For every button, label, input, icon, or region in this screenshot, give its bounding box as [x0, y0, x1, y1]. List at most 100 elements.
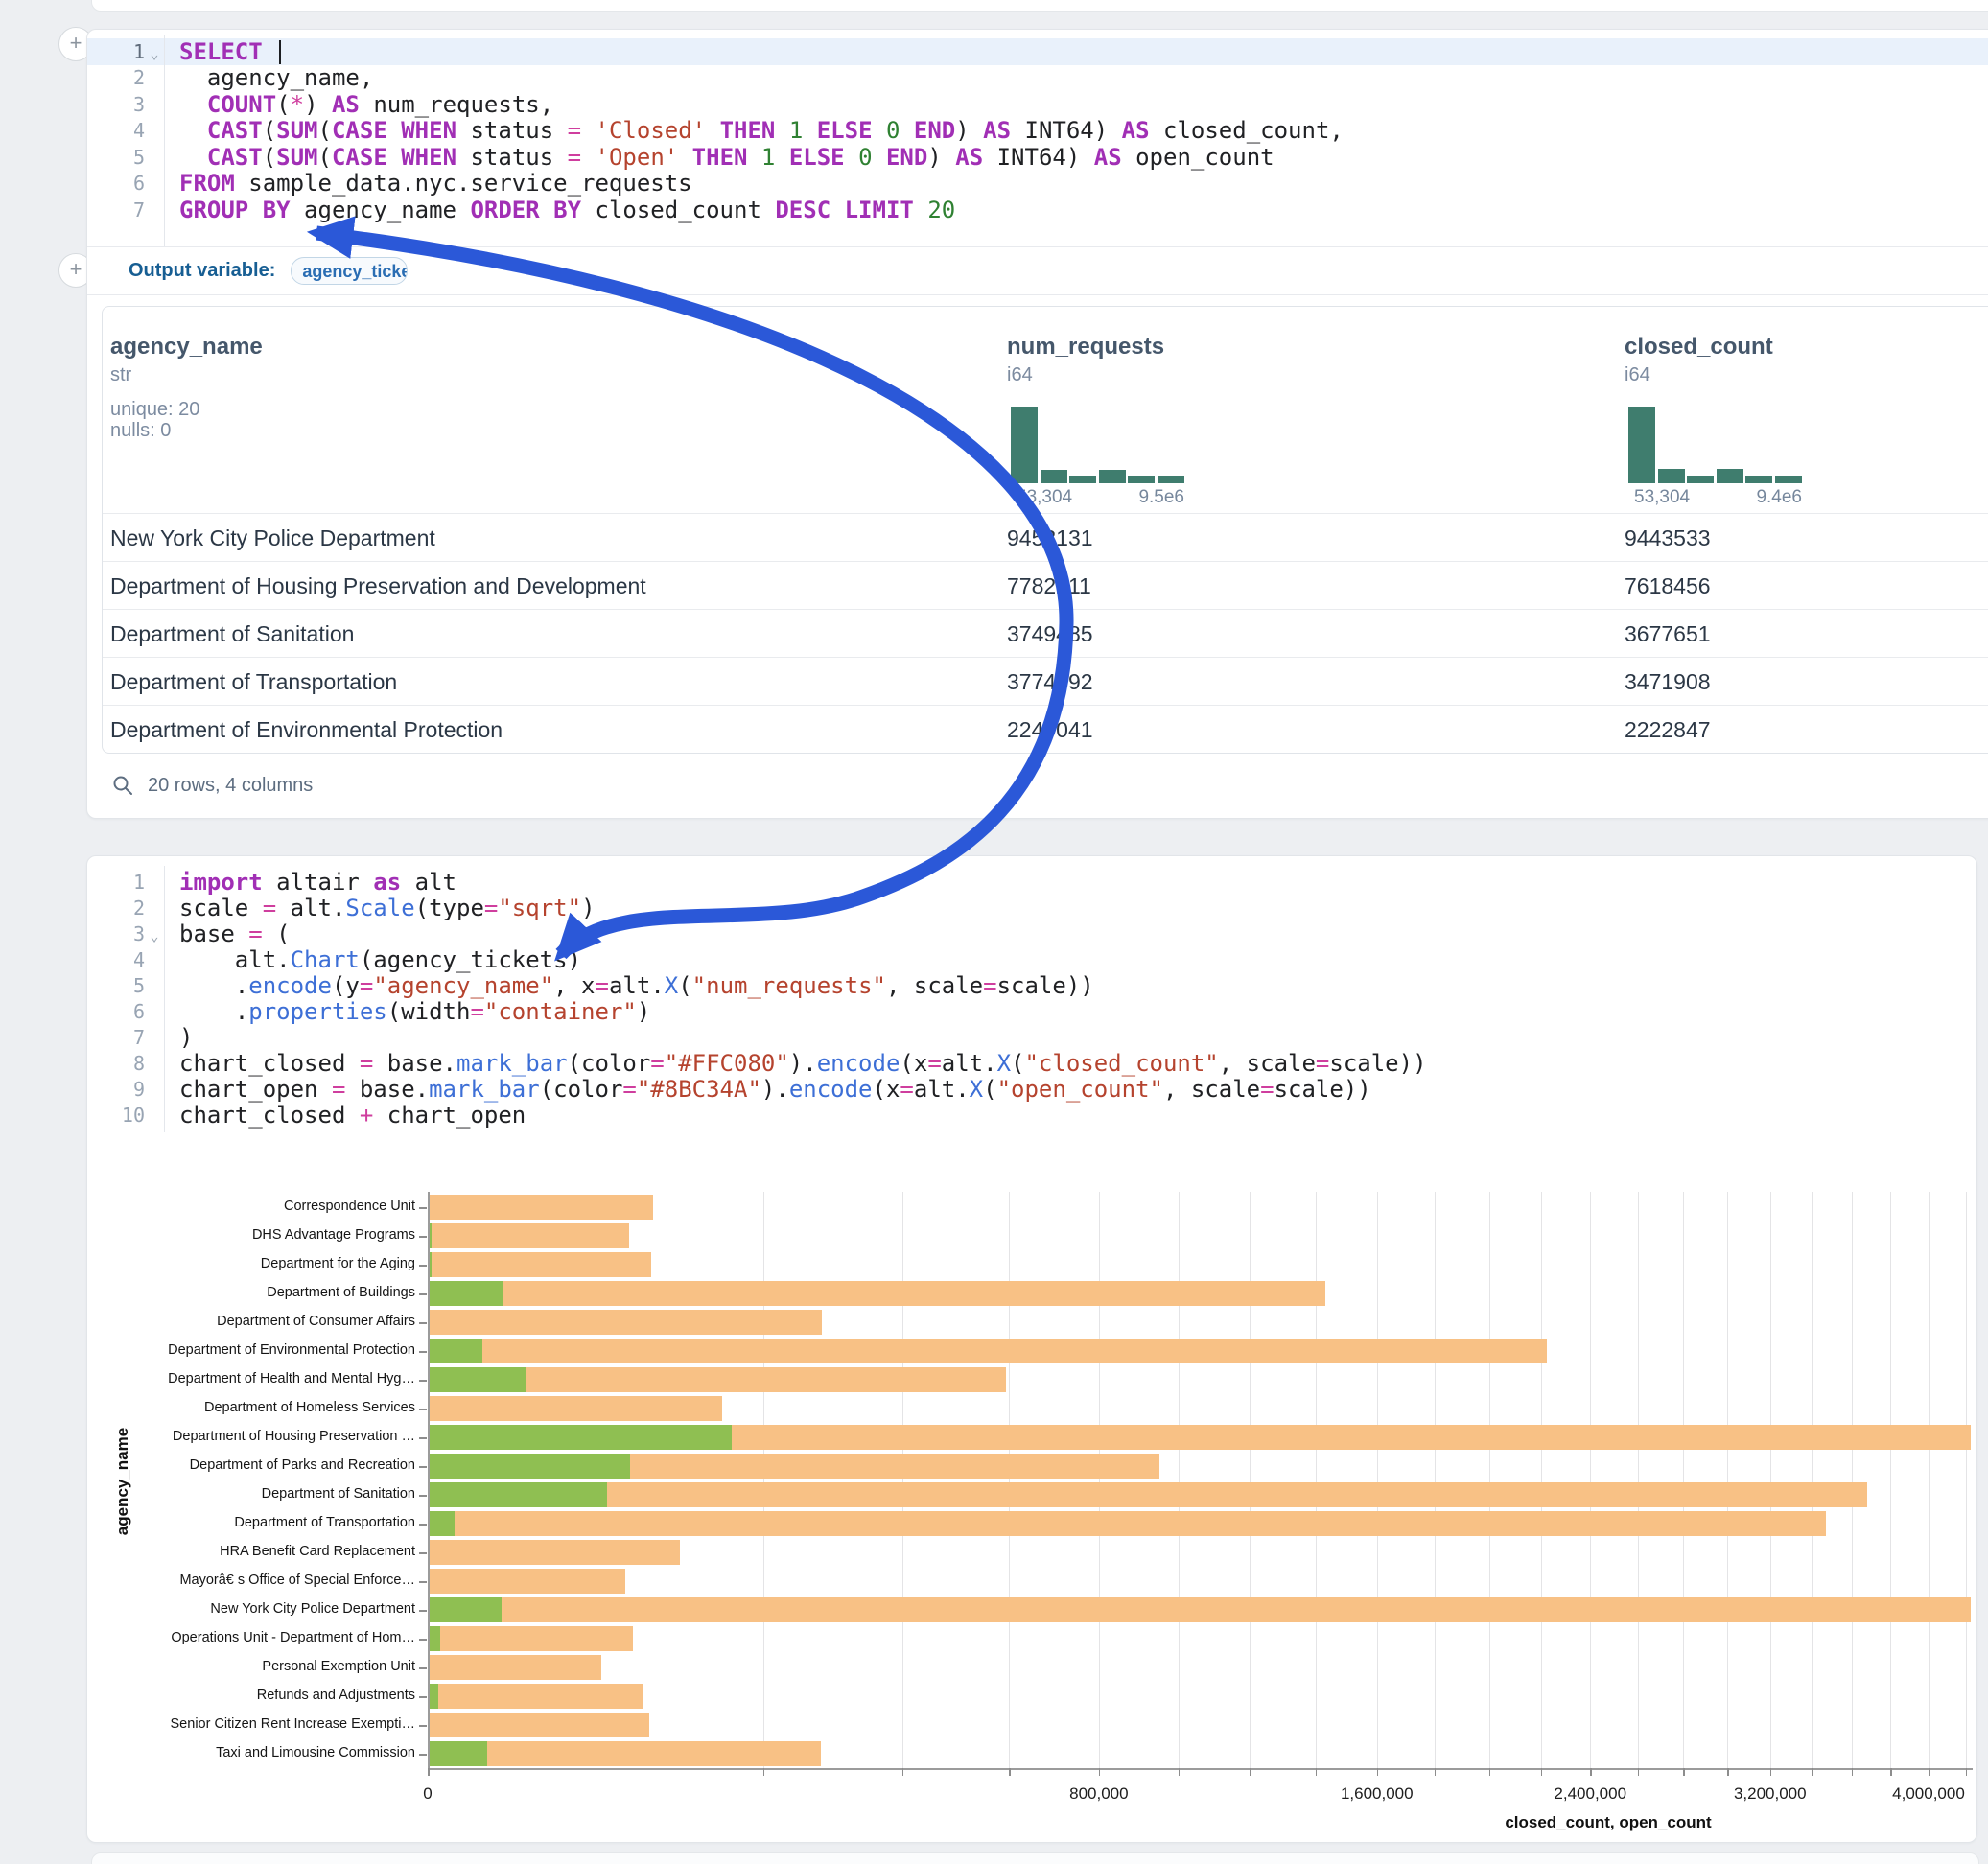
y-axis-label: Department of Homeless Services [87, 1400, 415, 1415]
code-text: chart_closed + chart_open [164, 1102, 526, 1129]
column-name[interactable]: agency_name [110, 334, 263, 361]
x-axis-tick-label: 4,000,000 [1871, 1784, 1976, 1804]
code-line[interactable]: 4 CAST(SUM(CASE WHEN status = 'Closed' T… [87, 118, 1988, 145]
table-row[interactable]: Department of Environmental Protection 22… [103, 705, 1988, 754]
y-axis-label: Department of Sanitation [87, 1486, 415, 1502]
y-axis-label: Department for the Aging [87, 1256, 415, 1271]
chart-gridline [763, 1192, 764, 1768]
y-axis-label: HRA Benefit Card Replacement [87, 1544, 415, 1559]
code-line[interactable]: 1import altair as alt [87, 869, 1976, 895]
code-line[interactable]: 5 CAST(SUM(CASE WHEN status = 'Open' THE… [87, 144, 1988, 171]
dataframe-footer: 20 rows, 4 columns [111, 766, 313, 804]
histogram-bar [1687, 476, 1714, 483]
chart-gridline [1966, 1192, 1967, 1768]
code-text: agency_name, [164, 64, 373, 91]
chart-gridline [1852, 1192, 1853, 1768]
code-text: CAST(SUM(CASE WHEN status = 'Closed' THE… [164, 117, 1344, 144]
line-number: 4 [87, 119, 145, 142]
column-stat: unique: 20 [110, 399, 199, 421]
histogram-max-label: 9.5e6 [1122, 487, 1184, 508]
next-cell-edge [91, 1852, 1979, 1864]
chart-gridline [1541, 1192, 1542, 1768]
bar-closed-count [428, 1684, 643, 1709]
bar-closed-count [428, 1540, 680, 1565]
cell-agency-name: Department of Environmental Protection [110, 717, 503, 743]
text-cursor [279, 40, 281, 64]
column-name[interactable]: closed_count [1625, 334, 1773, 361]
code-line[interactable]: 6FROM sample_data.nyc.service_requests [87, 171, 1988, 198]
code-line[interactable]: 7GROUP BY agency_name ORDER BY closed_co… [87, 197, 1988, 223]
sql-editor[interactable]: 1⌄SELECT 2 agency_name,3 COUNT(*) AS num… [87, 38, 1988, 223]
code-line[interactable]: 8chart_closed = base.mark_bar(color="#FF… [87, 1050, 1976, 1076]
table-row[interactable]: Department of Housing Preservation and D… [103, 561, 1988, 610]
y-axis-tick [419, 1667, 427, 1669]
line-number: 5 [87, 974, 145, 997]
histogram-min-label: 53,304 [1017, 487, 1072, 508]
table-row[interactable]: New York City Police Department945313194… [103, 513, 1988, 562]
code-line[interactable]: 7) [87, 1024, 1976, 1050]
code-line[interactable]: 2scale = alt.Scale(type="sqrt") [87, 895, 1976, 920]
code-text: .properties(width="container") [164, 998, 650, 1025]
histogram-bar [1128, 476, 1155, 483]
search-icon[interactable] [111, 774, 134, 797]
code-line[interactable]: 3 COUNT(*) AS num_requests, [87, 91, 1988, 118]
code-line[interactable]: 4 alt.Chart(agency_tickets) [87, 946, 1976, 972]
line-number: 6 [87, 1000, 145, 1023]
chart-gridline [1435, 1192, 1436, 1768]
y-axis-label: Senior Citizen Rent Increase Exempti… [87, 1716, 415, 1732]
table-row[interactable]: Department of Sanitation37494853677651 [103, 609, 1988, 658]
code-line[interactable]: 3⌄base = ( [87, 920, 1976, 946]
column-name[interactable]: num_requests [1007, 334, 1164, 361]
bar-closed-count [428, 1339, 1547, 1363]
cell-value: 2222847 [1625, 717, 1711, 743]
chart-gridline [1929, 1192, 1930, 1768]
table-row[interactable]: Department of Transportation377489234719… [103, 657, 1988, 706]
code-line[interactable]: 10 chart_closed + chart_open [87, 1102, 1976, 1128]
python-cell: 1import altair as alt2scale = alt.Scale(… [86, 855, 1977, 1843]
python-editor[interactable]: 1import altair as alt2scale = alt.Scale(… [87, 869, 1976, 1128]
code-line[interactable]: 1⌄SELECT [87, 38, 1988, 65]
y-axis-tick [419, 1409, 427, 1410]
y-axis-tick [419, 1696, 427, 1698]
line-number: 10 [87, 1104, 145, 1127]
cell-value: 2240041 [1007, 717, 1093, 743]
code-text: COUNT(*) AS num_requests, [164, 91, 553, 118]
line-number: 3 [87, 93, 145, 116]
bar-open-count [428, 1367, 526, 1392]
bar-open-count [428, 1511, 455, 1536]
y-axis-label: New York City Police Department [87, 1601, 415, 1617]
cell-value: 3471908 [1625, 669, 1711, 695]
code-line[interactable]: 2 agency_name, [87, 65, 1988, 92]
x-axis-tick-label: 0 [370, 1784, 485, 1804]
y-axis-tick [419, 1725, 427, 1727]
chart-gridline [1009, 1192, 1010, 1768]
x-axis-tick [1099, 1768, 1101, 1776]
chart-gridline [1727, 1192, 1728, 1768]
code-line[interactable]: 6 .properties(width="container") [87, 998, 1976, 1024]
code-line[interactable]: 5 .encode(y="agency_name", x=alt.X("num_… [87, 972, 1976, 998]
output-variable-pill[interactable]: agency_tickets [291, 257, 408, 285]
histogram-bar [1745, 476, 1772, 483]
code-line[interactable]: 9chart_open = base.mark_bar(color="#8BC3… [87, 1076, 1976, 1102]
x-axis-tick-label: 800,000 [1041, 1784, 1157, 1804]
y-axis-label: Department of Parks and Recreation [87, 1457, 415, 1473]
histogram-bar [1069, 476, 1096, 483]
histogram-bar [1099, 470, 1126, 483]
line-number: 5 [87, 146, 145, 169]
x-axis-tick [1890, 1768, 1892, 1776]
bar-open-count [428, 1425, 732, 1450]
x-axis-title: closed_count, open_count [1416, 1813, 1800, 1832]
collapse-chevron-icon[interactable]: ⌄ [145, 45, 164, 62]
bar-open-count [428, 1454, 630, 1479]
bar-closed-count [428, 1223, 629, 1248]
x-axis-tick [1590, 1768, 1592, 1776]
cell-value: 3774892 [1007, 669, 1093, 695]
y-axis-label: DHS Advantage Programs [87, 1227, 415, 1243]
cell-agency-name: New York City Police Department [110, 525, 435, 551]
y-axis-label: Department of Transportation [87, 1515, 415, 1530]
line-number: 7 [87, 198, 145, 221]
y-axis-label: Department of Consumer Affairs [87, 1314, 415, 1329]
bar-closed-count [428, 1281, 1325, 1306]
collapse-chevron-icon[interactable]: ⌄ [145, 927, 164, 944]
histogram-bar [1658, 469, 1685, 483]
